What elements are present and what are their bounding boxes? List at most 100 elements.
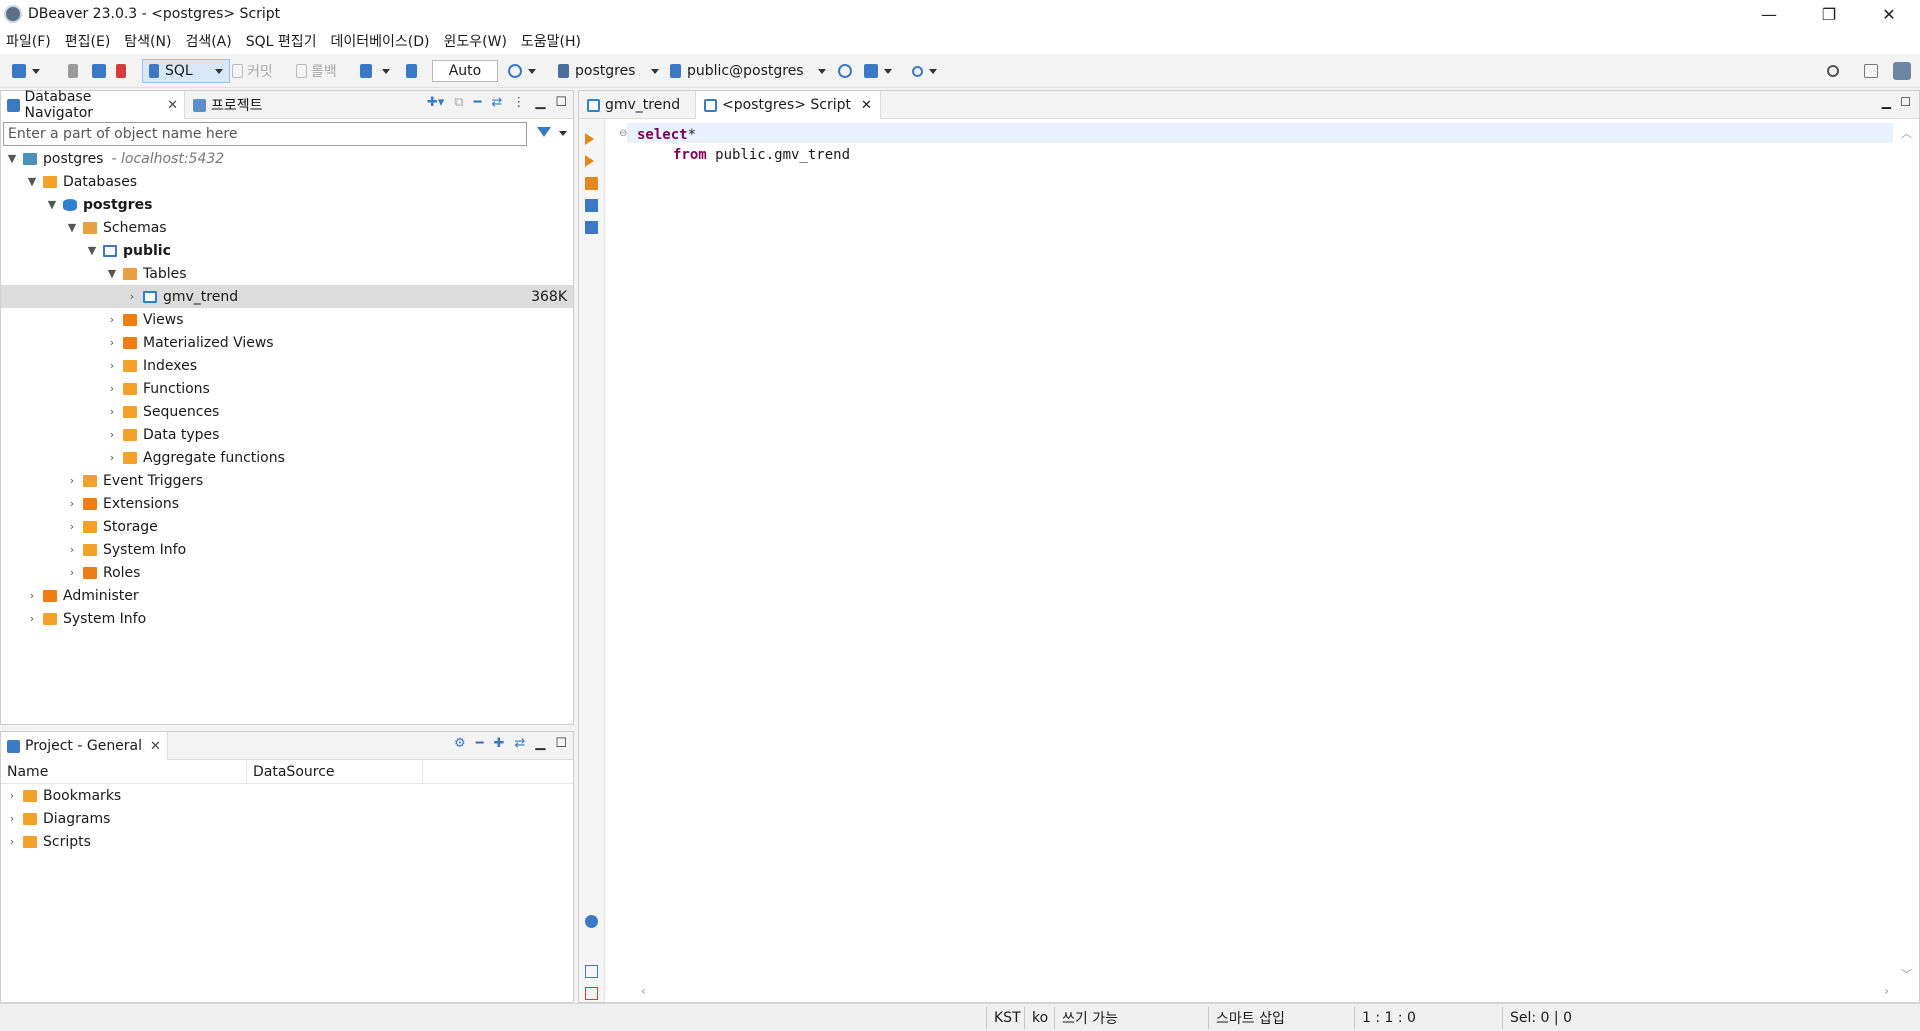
tree-item-scripts[interactable]: › Scripts xyxy=(1,830,573,853)
chevron-down-icon[interactable]: ▼ xyxy=(25,175,39,188)
tree-item-database[interactable]: ▼ postgres xyxy=(1,193,573,216)
lock-button[interactable] xyxy=(406,60,417,82)
schema-selector[interactable]: public@postgres xyxy=(670,60,826,82)
expand-all-icon[interactable]: ✚ xyxy=(494,736,505,751)
tree-item-materialized-views[interactable]: › Materialized Views xyxy=(1,331,573,354)
chevron-right-icon[interactable]: › xyxy=(25,612,39,625)
chevron-down-icon[interactable]: ▼ xyxy=(105,267,119,280)
maximize-panel-icon[interactable]: ☐ xyxy=(555,736,567,751)
transaction-mode-field[interactable]: Auto xyxy=(432,60,498,82)
chevron-down-icon[interactable]: ▼ xyxy=(5,152,19,165)
column-datasource[interactable]: DataSource xyxy=(247,759,423,784)
chevron-right-icon[interactable]: › xyxy=(5,835,19,848)
explain-plan-icon[interactable] xyxy=(585,199,598,212)
scroll-right-icon[interactable]: › xyxy=(1884,984,1889,998)
delete-script-icon[interactable] xyxy=(585,987,598,1000)
filter-icon[interactable] xyxy=(537,127,551,137)
menu-window[interactable]: 윈도우(W) xyxy=(444,31,507,51)
execute-statement-icon[interactable] xyxy=(585,133,594,145)
new-connection-icon[interactable]: ✚▾ xyxy=(427,95,444,110)
output-console-icon[interactable] xyxy=(585,221,598,234)
tree-item-schema[interactable]: ▼ public xyxy=(1,239,573,262)
chevron-right-icon[interactable]: › xyxy=(65,566,79,579)
tree-item-storage[interactable]: › Storage xyxy=(1,515,573,538)
open-perspective-button[interactable] xyxy=(1864,60,1878,82)
gear-icon[interactable] xyxy=(585,915,598,928)
rollback-button[interactable]: 롤백 xyxy=(296,60,337,82)
tree-item-indexes[interactable]: › Indexes xyxy=(1,354,573,377)
chevron-right-icon[interactable]: › xyxy=(65,474,79,487)
chevron-right-icon[interactable]: › xyxy=(5,812,19,825)
collapse-all-icon[interactable]: ━ xyxy=(474,95,482,110)
maximize-panel-icon[interactable]: ☐ xyxy=(555,95,567,110)
chevron-right-icon[interactable]: › xyxy=(105,359,119,372)
scroll-left-icon[interactable]: ‹ xyxy=(641,984,646,998)
chevron-right-icon[interactable]: › xyxy=(105,451,119,464)
chevron-down-icon[interactable]: ▼ xyxy=(45,198,59,211)
minimize-panel-icon[interactable]: ▁ xyxy=(535,736,545,751)
chevron-right-icon[interactable]: › xyxy=(105,405,119,418)
menu-database[interactable]: 데이터베이스(D) xyxy=(331,31,430,51)
tree-item-tables[interactable]: ▼ Tables xyxy=(1,262,573,285)
new-script-icon[interactable] xyxy=(585,965,598,978)
commit-button[interactable]: 커밋 xyxy=(232,60,273,82)
menu-file[interactable]: 파일(F) xyxy=(6,31,51,51)
tab-gmv-trend[interactable]: gmv_trend xyxy=(579,91,688,119)
scroll-down-icon[interactable]: ﹀ xyxy=(1901,966,1912,982)
link-editor-icon[interactable]: ⇄ xyxy=(491,95,502,110)
tree-item-aggregate-functions[interactable]: › Aggregate functions xyxy=(1,446,573,469)
connect-button[interactable] xyxy=(68,60,78,82)
tree-item-data-types[interactable]: › Data types xyxy=(1,423,573,446)
chevron-down-icon[interactable]: ▼ xyxy=(85,244,99,257)
disconnect-button[interactable] xyxy=(116,60,126,82)
vertical-scrollbar[interactable]: ︿ ﹀ xyxy=(1895,119,1919,984)
datasource-selector[interactable]: postgres xyxy=(558,60,660,82)
chevron-right-icon[interactable]: › xyxy=(65,543,79,556)
minimize-editor-icon[interactable]: ▁ xyxy=(1882,95,1891,109)
link-editor-icon[interactable]: ⇄ xyxy=(514,736,525,751)
scroll-up-icon[interactable]: ︿ xyxy=(1901,125,1912,141)
tab-database-navigator[interactable]: Database Navigator ✕ xyxy=(1,89,185,121)
global-search-button[interactable] xyxy=(1827,60,1839,82)
chevron-right-icon[interactable]: › xyxy=(105,336,119,349)
tree-item-schemas[interactable]: ▼ Schemas xyxy=(1,216,573,239)
transaction-mode-button[interactable] xyxy=(360,60,390,82)
fold-toggle-icon[interactable]: ⊖ xyxy=(619,128,627,139)
tree-item-system-info-conn[interactable]: › System Info xyxy=(1,607,573,630)
chevron-right-icon[interactable]: › xyxy=(125,290,139,303)
tree-item-bookmarks[interactable]: › Bookmarks xyxy=(1,784,573,807)
find-button[interactable] xyxy=(912,60,937,82)
menu-edit[interactable]: 편집(E) xyxy=(65,31,111,51)
menu-navigate[interactable]: 탐색(N) xyxy=(124,31,171,51)
chevron-right-icon[interactable]: › xyxy=(5,789,19,802)
maximize-editor-icon[interactable]: ☐ xyxy=(1900,95,1911,109)
chevron-right-icon[interactable]: › xyxy=(105,382,119,395)
tree-item-extensions[interactable]: › Extensions xyxy=(1,492,573,515)
sql-code[interactable]: select* from public.gmv_trend xyxy=(637,125,850,165)
chevron-right-icon[interactable]: › xyxy=(25,589,39,602)
tree-item-connection[interactable]: ▼ postgres - localhost:5432 xyxy=(1,147,573,170)
new-folder-icon[interactable]: ⧉ xyxy=(454,95,463,110)
tree-item-views[interactable]: › Views xyxy=(1,308,573,331)
close-tab-icon[interactable]: ✕ xyxy=(167,98,178,113)
menu-search[interactable]: 검색(A) xyxy=(185,31,231,51)
chevron-down-icon[interactable]: ▼ xyxy=(65,221,79,234)
close-tab-icon[interactable]: ✕ xyxy=(861,98,872,113)
tab-project[interactable]: 프로젝트 xyxy=(187,91,269,119)
close-tab-icon[interactable]: ✕ xyxy=(150,739,161,754)
maximize-button[interactable]: ❐ xyxy=(1800,0,1858,28)
object-filter-input[interactable] xyxy=(3,122,527,146)
chevron-right-icon[interactable]: › xyxy=(105,428,119,441)
menu-sql-editor[interactable]: SQL 편집기 xyxy=(246,31,317,51)
tree-item-roles[interactable]: › Roles xyxy=(1,561,573,584)
sql-editor-button[interactable]: SQL xyxy=(142,59,230,83)
minimize-panel-icon[interactable]: ▁ xyxy=(535,95,545,110)
execute-script-icon[interactable] xyxy=(585,177,598,190)
filter-options-icon[interactable] xyxy=(559,131,567,136)
collapse-all-icon[interactable]: ━ xyxy=(476,736,484,751)
execute-new-tab-icon[interactable] xyxy=(585,155,594,167)
history-button[interactable] xyxy=(508,60,536,82)
tab-postgres-script[interactable]: <postgres> Script ✕ xyxy=(695,91,881,119)
menu-help[interactable]: 도움말(H) xyxy=(521,31,581,51)
tree-item-system-info-db[interactable]: › System Info xyxy=(1,538,573,561)
